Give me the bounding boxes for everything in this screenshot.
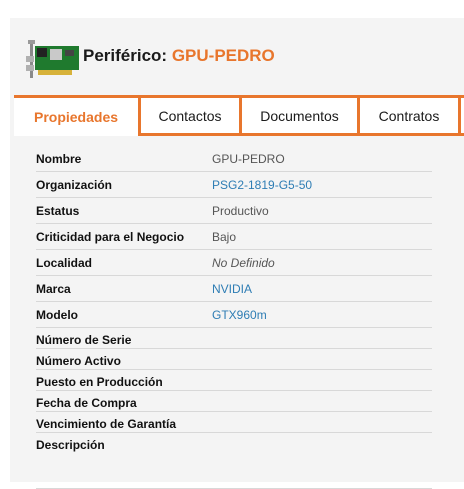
property-label: Número de Serie — [36, 333, 132, 347]
property-value: No Definido — [212, 256, 275, 270]
organization-link[interactable]: PSG2-1819-G5-50 — [212, 178, 312, 192]
property-row-criticidad: Criticidad para el Negocio Bajo — [36, 228, 432, 250]
property-label: Modelo — [36, 308, 78, 322]
property-value: GPU-PEDRO — [212, 152, 285, 166]
property-row-marca: Marca NVIDIA — [36, 280, 432, 302]
page-header: Periférico: GPU-PEDRO — [10, 18, 464, 96]
property-row-descripcion: Descripción — [36, 437, 432, 489]
brand-link[interactable]: NVIDIA — [212, 282, 252, 296]
property-row-numero-activo: Número Activo — [36, 353, 432, 370]
property-label: Puesto en Producción — [36, 375, 163, 389]
property-label: Fecha de Compra — [36, 396, 137, 410]
property-value: Productivo — [212, 204, 269, 218]
property-label: Descripción — [36, 438, 105, 452]
device-name: GPU-PEDRO — [171, 46, 275, 65]
page-title: Periférico: GPU-PEDRO — [83, 46, 275, 66]
property-label: Criticidad para el Negocio — [36, 230, 185, 244]
property-label: Marca — [36, 282, 71, 296]
title-prefix: Periférico: — [83, 46, 172, 65]
property-label: Localidad — [36, 256, 93, 270]
property-label: Vencimiento de Garantía — [36, 417, 177, 431]
tab-contactos[interactable]: Contactos — [141, 98, 239, 133]
property-row-fecha-compra: Fecha de Compra — [36, 395, 432, 412]
tab-bar: Propiedades Contactos Documentos Contrat… — [14, 95, 464, 136]
property-row-localidad: Localidad No Definido — [36, 254, 432, 276]
pci-card-icon — [26, 40, 79, 78]
property-row-vencimiento-garantia: Vencimiento de Garantía — [36, 416, 432, 433]
properties-list: Nombre GPU-PEDRO Organización PSG2-1819-… — [14, 136, 464, 489]
property-label: Número Activo — [36, 354, 121, 368]
property-value: Bajo — [212, 230, 237, 244]
property-label: Organización — [36, 178, 113, 192]
property-row-puesto-produccion: Puesto en Producción — [36, 374, 432, 391]
property-row-numero-serie: Número de Serie — [36, 332, 432, 349]
property-row-nombre: Nombre GPU-PEDRO — [36, 150, 432, 172]
property-label: Nombre — [36, 152, 82, 166]
model-link[interactable]: GTX960m — [212, 308, 267, 322]
detail-panel: Periférico: GPU-PEDRO Propiedades Contac… — [10, 18, 464, 489]
tab-documentos[interactable]: Documentos — [242, 98, 357, 133]
property-row-organizacion: Organización PSG2-1819-G5-50 — [36, 176, 432, 198]
property-row-estatus: Estatus Productivo — [36, 202, 432, 224]
property-label: Estatus — [36, 204, 80, 218]
property-row-modelo: Modelo GTX960m — [36, 306, 432, 328]
tab-contratos[interactable]: Contratos — [360, 98, 458, 133]
tab-propiedades[interactable]: Propiedades — [14, 98, 138, 136]
